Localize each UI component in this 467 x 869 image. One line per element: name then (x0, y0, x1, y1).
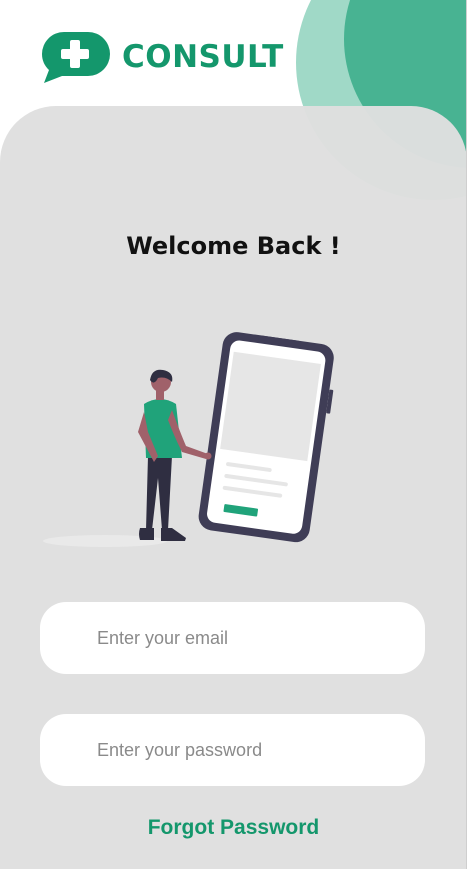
email-field[interactable] (40, 602, 425, 674)
person-with-phone-illustration (43, 332, 334, 547)
chat-bubble-plus-icon (42, 32, 110, 83)
welcome-title: Welcome Back ! (126, 232, 341, 260)
app-logo: CONSULT (40, 30, 284, 84)
password-field[interactable] (40, 714, 425, 786)
password-input[interactable] (97, 739, 425, 761)
forgot-password-link[interactable]: Forgot Password (0, 816, 466, 840)
brand-name: CONSULT (122, 39, 284, 75)
email-input[interactable] (97, 627, 425, 649)
login-screen: CONSULT Welcome Back ! Enter your email … (0, 0, 467, 869)
